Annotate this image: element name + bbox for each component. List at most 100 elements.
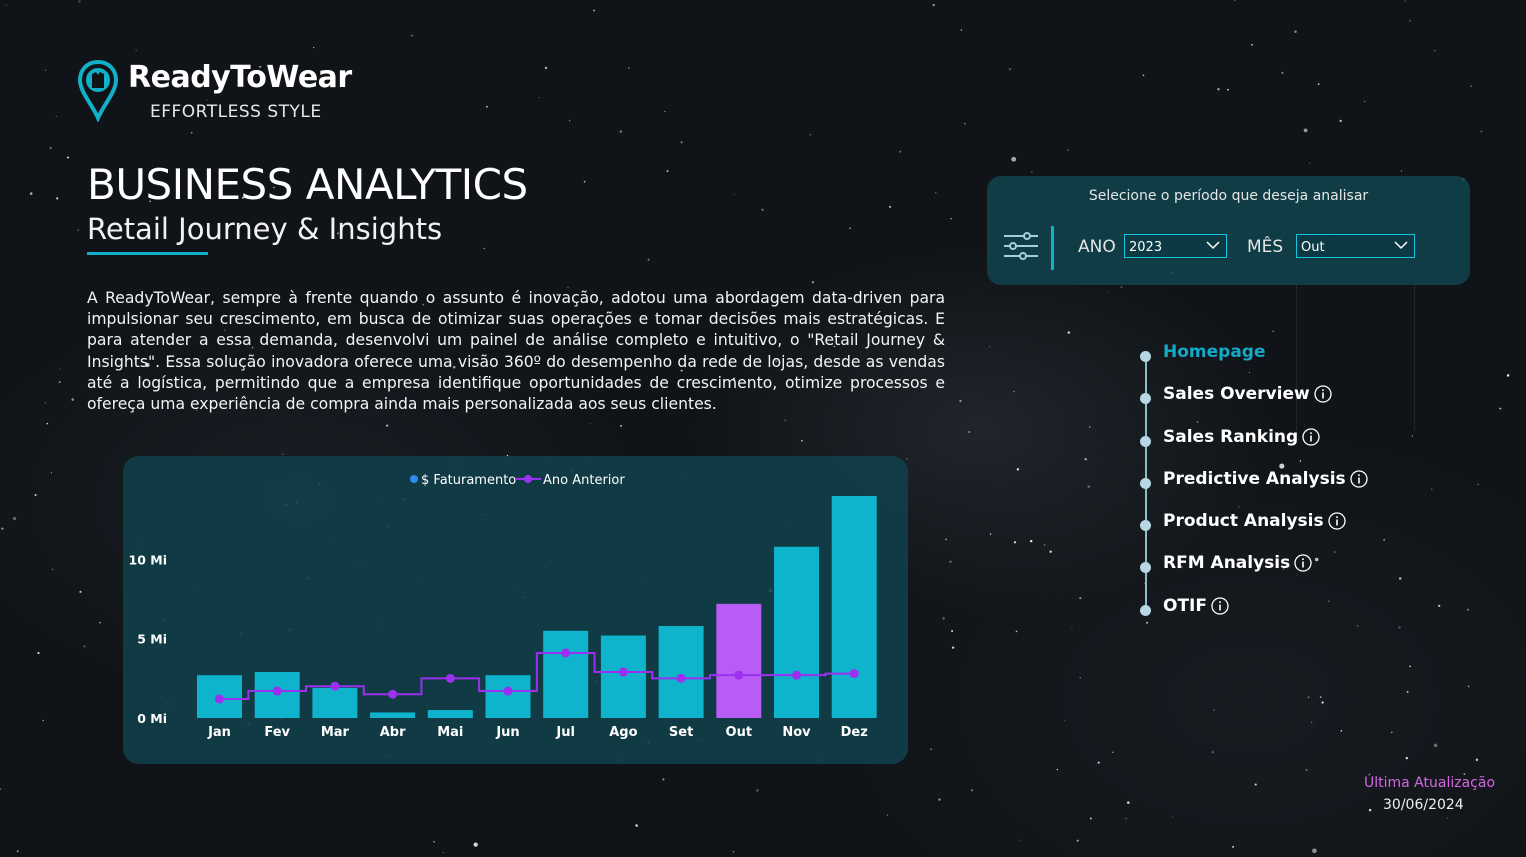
- star: [1279, 463, 1285, 469]
- star: [1404, 0, 1407, 2]
- star: [44, 69, 46, 71]
- description-text: A ReadyToWear, sempre à frente quando o …: [87, 289, 945, 414]
- star: [620, 424, 623, 427]
- bar-set[interactable]: [658, 626, 704, 718]
- info-icon[interactable]: [1314, 385, 1332, 403]
- ano-anterior-point-jul[interactable]: [561, 648, 571, 658]
- x-tick-label: Mai: [437, 725, 463, 740]
- y-tick-label: 10 Mi: [129, 552, 167, 567]
- info-icon[interactable]: [1294, 554, 1312, 572]
- ano-anterior-point-abr[interactable]: [388, 689, 398, 699]
- bar-nov[interactable]: [774, 546, 819, 718]
- info-icon[interactable]: [1349, 470, 1368, 488]
- ano-anterior-point-set[interactable]: [676, 673, 686, 683]
- ano-anterior-point-fev[interactable]: [272, 686, 282, 696]
- info-icon[interactable]: [1211, 597, 1229, 615]
- star: [1031, 171, 1033, 173]
- star: [16, 850, 19, 853]
- chevron-down-icon: [1206, 241, 1220, 250]
- last-update-label: Última Atualização: [1364, 775, 1496, 791]
- revenue-chart-card: $ Faturamento Ano Anterior 0 Mi 5 Mi 10 Mi…: [123, 456, 908, 764]
- bar-jul[interactable]: [543, 630, 589, 718]
- star: [960, 29, 962, 31]
- star: [989, 346, 991, 348]
- bar-ago[interactable]: [600, 635, 646, 718]
- star: [1317, 83, 1320, 85]
- bar-dez[interactable]: [831, 496, 877, 718]
- ano-anterior-point-jun[interactable]: [503, 686, 513, 696]
- x-tick-label: Dez: [841, 725, 868, 740]
- star: [932, 3, 935, 7]
- nav-label: Homepage: [1163, 342, 1266, 362]
- star: [37, 651, 40, 655]
- star: [970, 789, 974, 792]
- star: [1127, 801, 1130, 804]
- info-icon[interactable]: [1327, 512, 1346, 530]
- nav-dot: [1140, 605, 1151, 616]
- star: [1398, 577, 1402, 580]
- nav-label: OTIF: [1163, 596, 1229, 616]
- star: [67, 156, 70, 159]
- star: [664, 110, 666, 112]
- star: [1364, 100, 1366, 102]
- x-tick-label: Set: [669, 725, 693, 740]
- sliders-icon[interactable]: [1003, 232, 1039, 260]
- nav-label: Predictive Analysis: [1163, 469, 1368, 489]
- star: [809, 133, 812, 136]
- star: [1029, 539, 1033, 543]
- star: [1234, 0, 1236, 2]
- star: [732, 850, 735, 853]
- info-icon[interactable]: [1302, 428, 1320, 446]
- star: [79, 590, 82, 594]
- star: [800, 439, 803, 442]
- nav-label: Sales Overview: [1163, 384, 1332, 404]
- star: [1321, 701, 1324, 704]
- ano-anterior-point-out[interactable]: [734, 670, 744, 680]
- nav-dot: [1140, 478, 1151, 489]
- brand-tagline: EFFORTLESS STYLE: [150, 102, 322, 122]
- star: [12, 516, 17, 521]
- star: [1067, 331, 1071, 334]
- star: [1299, 460, 1302, 462]
- star: [1333, 551, 1336, 553]
- star: [1281, 71, 1284, 74]
- star: [1447, 817, 1449, 819]
- ano-anterior-point-mai[interactable]: [445, 673, 455, 683]
- star: [1089, 817, 1092, 820]
- ano-anterior-point-jan[interactable]: [215, 694, 224, 704]
- star: [1217, 88, 1220, 91]
- star: [1272, 330, 1274, 333]
- bar-mar[interactable]: [312, 687, 358, 718]
- dropdown-guide-line: [1414, 285, 1415, 430]
- x-tick-label: Out: [726, 725, 753, 740]
- bar-abr[interactable]: [370, 712, 416, 718]
- star: [756, 789, 759, 792]
- star: [1043, 544, 1046, 546]
- star: [78, 0, 81, 3]
- bar-jun[interactable]: [485, 675, 531, 718]
- star: [50, 472, 52, 474]
- bar-mai[interactable]: [427, 710, 473, 718]
- nav-label: Product Analysis: [1163, 511, 1346, 531]
- star: [1368, 808, 1372, 812]
- ano-anterior-point-ago[interactable]: [618, 667, 628, 677]
- ano-anterior-point-mar[interactable]: [330, 681, 340, 691]
- star: [1084, 458, 1087, 461]
- star: [1049, 550, 1052, 553]
- star: [313, 47, 315, 49]
- month-select[interactable]: Out: [1296, 234, 1415, 258]
- legend-ano-anterior-label: Ano Anterior: [543, 473, 625, 488]
- star: [1125, 817, 1127, 820]
- ano-anterior-point-dez[interactable]: [849, 669, 859, 679]
- legend-ano-anterior-marker: [524, 475, 532, 483]
- star: [1232, 845, 1235, 848]
- bar-out[interactable]: [716, 603, 762, 718]
- star: [784, 419, 786, 421]
- star: [935, 192, 937, 194]
- year-select[interactable]: 2023: [1124, 234, 1227, 258]
- ano-anterior-point-nov[interactable]: [792, 670, 801, 680]
- star: [889, 205, 892, 208]
- star: [1013, 390, 1015, 393]
- star: [583, 180, 586, 183]
- star: [51, 568, 54, 571]
